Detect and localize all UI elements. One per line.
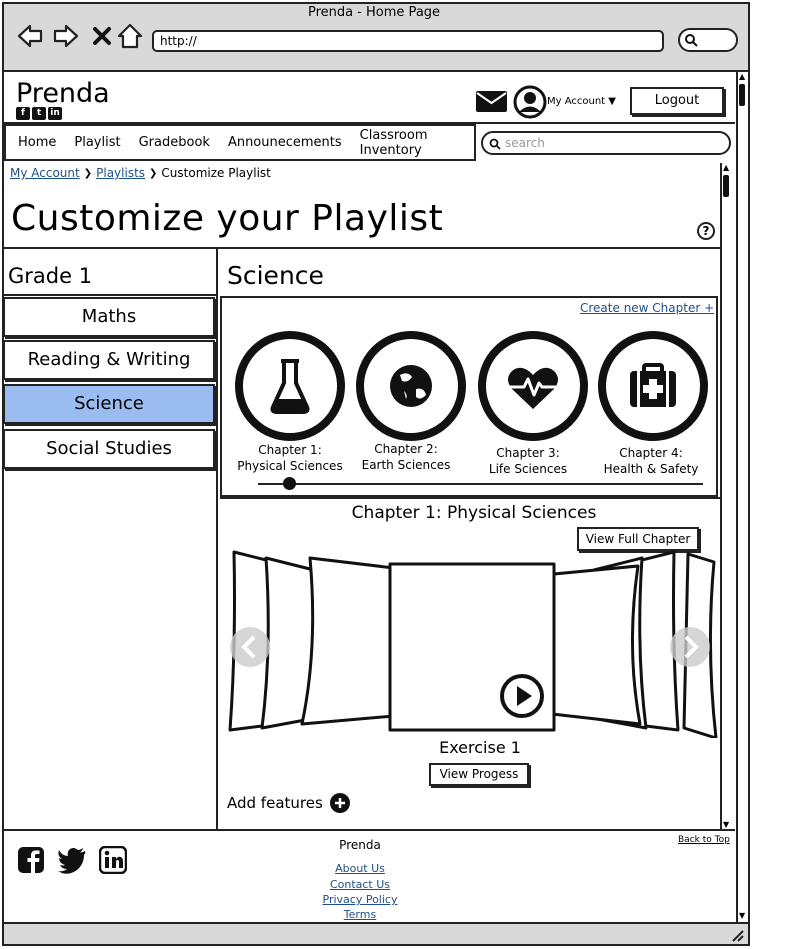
scroll-thumb[interactable]: [739, 84, 745, 106]
content-scrollbar[interactable]: ▲ ▼: [720, 163, 732, 831]
chapter-4-button[interactable]: [598, 331, 708, 441]
grade-divider: [4, 294, 216, 296]
selected-chapter-title: Chapter 1: Physical Sciences: [351, 503, 597, 523]
chapter-4-label: Chapter 4: Health & Safety: [586, 445, 716, 477]
search-placeholder: search: [505, 136, 545, 150]
breadcrumb-playlists[interactable]: Playlists: [96, 166, 145, 180]
view-progress-button[interactable]: View Progess: [429, 763, 529, 786]
flask-icon: [270, 359, 310, 414]
carousel-prev-icon[interactable]: [229, 626, 271, 668]
breadcrumb: My Account ❯ Playlists ❯ Customize Playl…: [10, 166, 271, 180]
url-input[interactable]: http://: [152, 30, 664, 52]
heartbeat-icon: [508, 367, 558, 409]
twitter-icon[interactable]: t: [32, 107, 46, 120]
chapter-3-name: Life Sciences: [488, 462, 568, 476]
search-input[interactable]: search: [481, 131, 731, 155]
subject-science[interactable]: Science: [3, 384, 215, 424]
facebook-icon[interactable]: f: [16, 107, 30, 120]
chevron-right-icon: ❯: [83, 167, 93, 179]
play-icon[interactable]: [500, 674, 544, 718]
medkit-icon: [630, 363, 676, 407]
chapter-4-number: Chapter 4:: [619, 446, 683, 460]
page-scrollbar[interactable]: ▲ ▼: [736, 72, 748, 922]
find-button[interactable]: [678, 28, 738, 52]
carousel-next-icon[interactable]: [669, 626, 711, 668]
chapter-1-label: Chapter 1: Physical Sciences: [225, 442, 355, 474]
chapter-2-number: Chapter 2:: [374, 442, 438, 456]
chapter-1-number: Chapter 1:: [258, 443, 322, 457]
main-nav: Home Playlist Gradebook Announecements C…: [4, 124, 476, 161]
mail-icon[interactable]: [475, 89, 508, 113]
resize-grip-icon[interactable]: [730, 928, 744, 942]
back-to-top-link[interactable]: Back to Top: [678, 835, 730, 845]
exercise-title: Exercise 1: [439, 738, 521, 757]
forward-arrow-icon[interactable]: [52, 22, 80, 50]
subject-maths[interactable]: Maths: [3, 297, 215, 337]
nav-classroom-inventory[interactable]: Classroom Inventory: [360, 128, 474, 158]
breadcrumb-my-account[interactable]: My Account: [10, 166, 80, 180]
scroll-up-icon[interactable]: ▲: [739, 72, 745, 81]
chapter-scroll-track[interactable]: [258, 483, 703, 485]
footer-about-link[interactable]: About Us: [0, 862, 720, 875]
account-menu-label: My Account: [547, 96, 606, 107]
chapter-2-name: Earth Sciences: [361, 458, 451, 472]
plus-circle-icon: [329, 793, 350, 813]
footer-privacy-link[interactable]: Privacy Policy: [0, 893, 720, 906]
footer-terms-link[interactable]: Terms: [0, 908, 720, 921]
subject-title: Science: [227, 261, 324, 290]
search-icon: [685, 34, 698, 47]
search-icon: [489, 138, 501, 150]
logout-button[interactable]: Logout: [630, 87, 724, 115]
exercise-carousel[interactable]: [222, 548, 720, 738]
chapter-1-button[interactable]: [235, 331, 345, 441]
footer-contact-link[interactable]: Contact Us: [0, 878, 720, 891]
home-icon[interactable]: [116, 22, 144, 50]
chapter-3-label: Chapter 3: Life Sciences: [463, 445, 593, 477]
nav-announcements[interactable]: Announecements: [228, 135, 342, 150]
nav-home[interactable]: Home: [18, 135, 56, 150]
add-features-label: Add features: [227, 794, 323, 812]
window-title: Prenda - Home Page: [307, 5, 441, 20]
chapter-3-button[interactable]: [478, 331, 588, 441]
subject-reading-writing[interactable]: Reading & Writing: [3, 340, 215, 380]
chevron-right-icon: ❯: [149, 167, 158, 179]
chapter-2-label: Chapter 2: Earth Sciences: [341, 441, 471, 473]
linkedin-icon[interactable]: in: [48, 107, 62, 120]
page-title: Customize your Playlist: [11, 198, 444, 239]
chapter-1-name: Physical Sciences: [237, 459, 343, 473]
globe-icon: [390, 365, 432, 407]
content-scroll-thumb[interactable]: [723, 175, 729, 197]
user-avatar-icon[interactable]: [513, 85, 547, 119]
sidebar-divider: [216, 248, 218, 831]
content-scroll-up-icon[interactable]: ▲: [723, 163, 729, 172]
content-scroll-down-icon[interactable]: ▼: [723, 820, 729, 829]
chapter-4-name: Health & Safety: [603, 462, 699, 476]
breadcrumb-current: Customize Playlist: [161, 166, 271, 180]
browser-statusbar: [4, 922, 748, 944]
chapter-3-number: Chapter 3:: [496, 446, 560, 460]
account-menu[interactable]: My Account ▼: [547, 96, 616, 107]
footer-divider: [4, 829, 735, 831]
nav-playlist[interactable]: Playlist: [74, 135, 120, 150]
brand-logo[interactable]: Prenda: [16, 78, 110, 109]
header-social-icons: f t in: [16, 107, 62, 120]
chapter-2-button[interactable]: [356, 331, 466, 441]
chapter-scroll-handle[interactable]: [283, 477, 296, 490]
chapter-divider: [220, 497, 720, 499]
create-chapter-link[interactable]: Create new Chapter +: [580, 301, 714, 315]
chevron-down-icon: ▼: [608, 96, 616, 107]
footer-brand: Prenda: [339, 838, 381, 852]
scroll-down-icon[interactable]: ▼: [739, 911, 745, 920]
subject-social-studies[interactable]: Social Studies: [3, 429, 215, 469]
add-features-button[interactable]: Add features: [227, 792, 351, 814]
help-icon[interactable]: ?: [697, 222, 715, 240]
title-divider: [4, 247, 720, 249]
stop-icon[interactable]: [88, 22, 116, 50]
header-divider: [4, 122, 735, 124]
back-arrow-icon[interactable]: [16, 22, 44, 50]
nav-gradebook[interactable]: Gradebook: [139, 135, 210, 150]
grade-label: Grade 1: [8, 264, 93, 288]
